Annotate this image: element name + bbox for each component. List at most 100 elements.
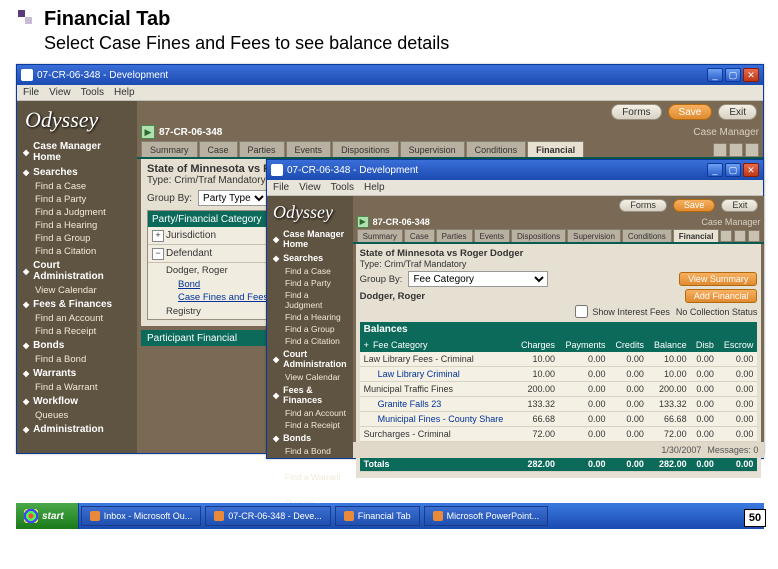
menubar-back[interactable]: File View Tools Help bbox=[17, 85, 763, 101]
tab-tool-2[interactable] bbox=[729, 143, 743, 157]
nav-find-account[interactable]: Find an Account bbox=[267, 407, 353, 419]
nav-warrants[interactable]: Warrants bbox=[17, 366, 137, 381]
minimize-button[interactable]: _ bbox=[707, 68, 723, 82]
nav-find-party[interactable]: Find a Party bbox=[267, 277, 353, 289]
nav-home[interactable]: Case Manager Home bbox=[17, 139, 137, 165]
nav-find-warrant[interactable]: Find a Warrant bbox=[17, 381, 137, 394]
col-4[interactable]: Balance bbox=[648, 337, 691, 352]
tab-conditions[interactable]: Conditions bbox=[466, 141, 527, 157]
exit-button[interactable]: Exit bbox=[721, 199, 758, 212]
forms-button[interactable]: Forms bbox=[619, 199, 667, 212]
save-button[interactable]: Save bbox=[668, 104, 713, 120]
tab-strip-front[interactable]: Summary Case Parties Events Dispositions… bbox=[353, 229, 765, 244]
nav-find-bond[interactable]: Find a Bond bbox=[17, 353, 137, 366]
nav-court-admin[interactable]: Court Administration bbox=[267, 347, 353, 371]
tab-tool-1[interactable] bbox=[720, 230, 732, 242]
col-2[interactable]: Payments bbox=[559, 337, 610, 352]
menu-help[interactable]: Help bbox=[364, 182, 385, 193]
taskbar-item-2[interactable]: Financial Tab bbox=[335, 506, 420, 526]
nav-workflow[interactable]: Workflow bbox=[17, 394, 137, 409]
tab-case[interactable]: Case bbox=[404, 229, 435, 242]
add-financial-button[interactable]: Add Financial bbox=[685, 289, 758, 303]
tab-strip-back[interactable]: Summary Case Parties Events Dispositions… bbox=[137, 141, 763, 159]
maximize-button[interactable]: ▢ bbox=[725, 163, 741, 177]
nav-find-case[interactable]: Find a Case bbox=[267, 265, 353, 277]
left-nav-back[interactable]: Odyssey Case Manager Home Searches Find … bbox=[17, 101, 137, 453]
close-button[interactable]: ✕ bbox=[743, 163, 759, 177]
nav-find-judgment[interactable]: Find a Judgment bbox=[267, 289, 353, 311]
tab-conditions[interactable]: Conditions bbox=[622, 229, 672, 242]
show-interest-checkbox[interactable]: Show Interest Fees bbox=[575, 305, 670, 318]
group-by-select-front[interactable]: Fee Category bbox=[408, 271, 548, 287]
tab-tool-1[interactable] bbox=[713, 143, 727, 157]
nav-fees[interactable]: Fees & Finances bbox=[267, 383, 353, 407]
nav-find-warrant[interactable]: Find a Warrant bbox=[267, 471, 353, 483]
save-button[interactable]: Save bbox=[673, 199, 716, 212]
nav-find-bond[interactable]: Find a Bond bbox=[267, 445, 353, 457]
col-6[interactable]: Escrow bbox=[718, 337, 757, 352]
tab-case[interactable]: Case bbox=[199, 141, 238, 157]
tab-events[interactable]: Events bbox=[286, 141, 332, 157]
nav-workflow[interactable]: Workflow bbox=[267, 483, 353, 497]
nav-court-admin[interactable]: Court Administration bbox=[17, 258, 137, 284]
menu-view[interactable]: View bbox=[299, 182, 321, 193]
tab-summary[interactable]: Summary bbox=[141, 141, 198, 157]
tab-dispositions[interactable]: Dispositions bbox=[332, 141, 399, 157]
tab-financial[interactable]: Financial bbox=[673, 229, 720, 242]
nav-find-party[interactable]: Find a Party bbox=[17, 193, 137, 206]
left-nav-front[interactable]: Odyssey Case Manager Home Searches Find … bbox=[267, 196, 353, 458]
menu-file[interactable]: File bbox=[273, 182, 289, 193]
nav-find-account[interactable]: Find an Account bbox=[17, 312, 137, 325]
nav-queues[interactable]: Queues bbox=[17, 409, 137, 422]
tab-tool-2[interactable] bbox=[734, 230, 746, 242]
taskbar-item-0[interactable]: Inbox - Microsoft Ou... bbox=[81, 506, 202, 526]
tab-dispositions[interactable]: Dispositions bbox=[511, 229, 566, 242]
tab-events[interactable]: Events bbox=[474, 229, 510, 242]
forms-button[interactable]: Forms bbox=[611, 104, 661, 120]
table-row[interactable]: Law Library Criminal10.000.000.0010.000.… bbox=[360, 367, 758, 382]
tab-supervision[interactable]: Supervision bbox=[567, 229, 621, 242]
nav-find-citation[interactable]: Find a Citation bbox=[267, 335, 353, 347]
nav-bonds[interactable]: Bonds bbox=[267, 431, 353, 445]
nav-home[interactable]: Case Manager Home bbox=[267, 227, 353, 251]
nav-find-receipt[interactable]: Find a Receipt bbox=[267, 419, 353, 431]
play-icon[interactable]: ▶ bbox=[357, 216, 369, 228]
titlebar-front[interactable]: 07-CR-06-348 - Development _ ▢ ✕ bbox=[267, 160, 763, 180]
menu-help[interactable]: Help bbox=[114, 87, 135, 98]
nav-fees[interactable]: Fees & Finances bbox=[17, 297, 137, 312]
tab-tool-3[interactable] bbox=[748, 230, 760, 242]
nav-find-hearing[interactable]: Find a Hearing bbox=[267, 311, 353, 323]
menu-file[interactable]: File bbox=[23, 87, 39, 98]
maximize-button[interactable]: ▢ bbox=[725, 68, 741, 82]
tab-parties[interactable]: Parties bbox=[436, 229, 473, 242]
nav-find-group[interactable]: Find a Group bbox=[17, 232, 137, 245]
play-icon[interactable]: ▶ bbox=[141, 125, 155, 139]
minimize-button[interactable]: _ bbox=[707, 163, 723, 177]
nav-view-calendar[interactable]: View Calendar bbox=[267, 371, 353, 383]
menu-view[interactable]: View bbox=[49, 87, 71, 98]
taskbar-item-1[interactable]: 07-CR-06-348 - Deve... bbox=[205, 506, 331, 526]
nav-view-calendar[interactable]: View Calendar bbox=[17, 284, 137, 297]
nav-find-citation[interactable]: Find a Citation bbox=[17, 245, 137, 258]
windows-taskbar[interactable]: start Inbox - Microsoft Ou... 07-CR-06-3… bbox=[16, 503, 764, 529]
menubar-front[interactable]: File View Tools Help bbox=[267, 180, 763, 196]
nav-searches[interactable]: Searches bbox=[267, 251, 353, 265]
nav-find-judgment[interactable]: Find a Judgment bbox=[17, 206, 137, 219]
table-row[interactable]: Law Library Fees - Criminal10.000.000.00… bbox=[360, 352, 758, 367]
table-row[interactable]: Municipal Traffic Fines200.000.000.00200… bbox=[360, 382, 758, 397]
nav-find-receipt[interactable]: Find a Receipt bbox=[17, 325, 137, 338]
nav-warrants[interactable]: Warrants bbox=[267, 457, 353, 471]
nav-bonds[interactable]: Bonds bbox=[17, 338, 137, 353]
titlebar-back[interactable]: 07-CR-06-348 - Development _ ▢ ✕ bbox=[17, 65, 763, 85]
tab-parties[interactable]: Parties bbox=[239, 141, 285, 157]
nav-find-case[interactable]: Find a Case bbox=[17, 180, 137, 193]
table-row[interactable]: Municipal Fines - County Share66.680.000… bbox=[360, 412, 758, 427]
col-3[interactable]: Credits bbox=[610, 337, 648, 352]
tab-tool-3[interactable] bbox=[745, 143, 759, 157]
nav-admin[interactable]: Administration bbox=[17, 422, 137, 437]
tab-summary[interactable]: Summary bbox=[357, 229, 403, 242]
col-0[interactable]: +Fee Category bbox=[360, 337, 515, 352]
nav-find-hearing[interactable]: Find a Hearing bbox=[17, 219, 137, 232]
table-row[interactable]: Granite Falls 23133.320.000.00133.320.00… bbox=[360, 397, 758, 412]
tab-financial[interactable]: Financial bbox=[527, 141, 584, 157]
